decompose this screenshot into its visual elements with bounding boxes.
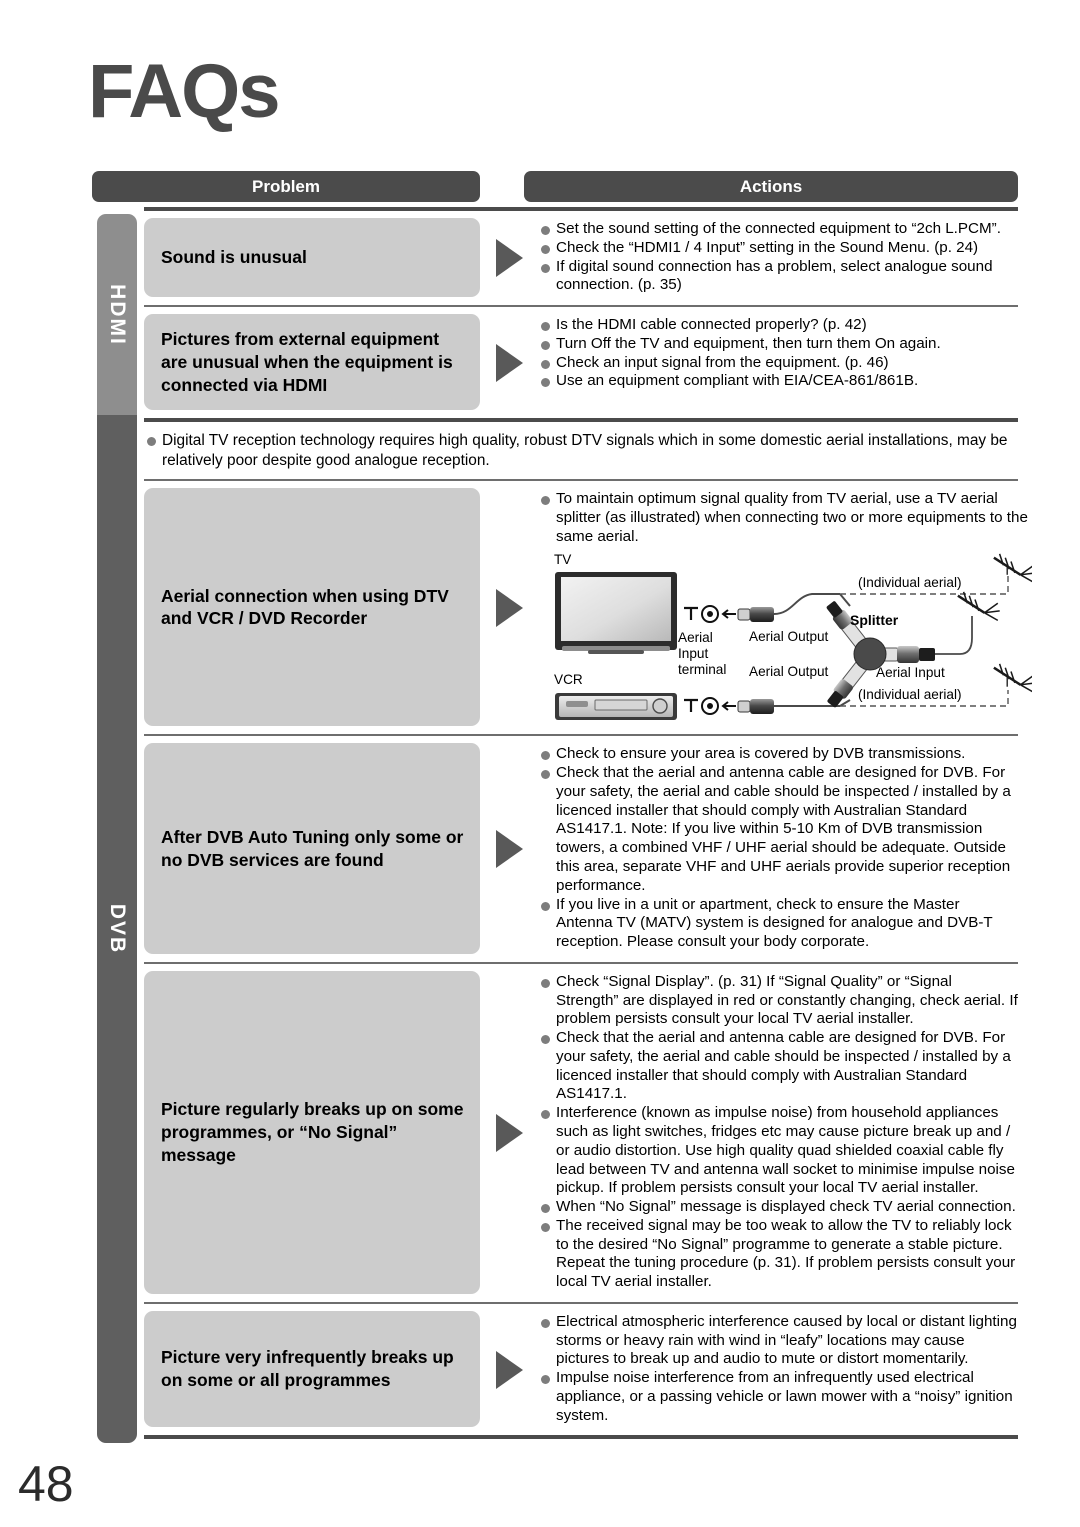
diagram-label-aerial-input-terminal-3: terminal [678, 662, 727, 678]
faq-table: Sound is unusual Set the sound setting o… [144, 207, 1032, 1440]
diagram-label-aerial-input-terminal-2: Input [678, 646, 709, 662]
problem-text: Picture very infrequently breaks up on s… [144, 1310, 480, 1428]
list-item: Check an input signal from the equipment… [540, 354, 1018, 373]
vcr-illustration [555, 693, 677, 721]
diagram-label-individual-aerial-bottom: (Individual aerial) [858, 687, 962, 703]
table-row: Sound is unusual Set the sound setting o… [144, 211, 1018, 305]
problem-cell: After DVB Auto Tuning only some or no DV… [144, 736, 480, 961]
list-item: Set the sound setting of the connected e… [540, 220, 1018, 239]
diagram-label-tv: TV [554, 552, 572, 568]
tv-plug [737, 593, 840, 623]
list-item: Check that the aerial and antenna cable … [540, 764, 1018, 895]
side-tab-hdmi: HDMI [97, 214, 137, 415]
diagram-label-individual-aerial-top: (Individual aerial) [858, 575, 962, 591]
vcr-aerial-terminal-symbol [684, 697, 736, 716]
side-tab-dvb: DVB [97, 415, 137, 1443]
actions-cell: Check to ensure your area is covered by … [538, 736, 1018, 961]
side-tab-dvb-label: DVB [106, 903, 129, 955]
page-number: 48 [18, 1456, 74, 1512]
aerial-icon [957, 592, 1000, 622]
list-item: Interference (known as impulse noise) fr… [540, 1104, 1018, 1198]
list-item: Use an equipment compliant with EIA/CEA-… [540, 372, 1018, 391]
diagram-label-splitter: Splitter [850, 612, 899, 629]
arrow-icon [480, 964, 538, 1302]
list-item: Check the “HDMI1 / 4 Input” setting in t… [540, 239, 1018, 258]
actions-cell: Check “Signal Display”. (p. 31) If “Sign… [538, 964, 1018, 1302]
arrow-icon [480, 736, 538, 961]
diagram-label-vcr: VCR [554, 672, 583, 688]
problem-text: After DVB Auto Tuning only some or no DV… [144, 743, 480, 954]
table-row: Pictures from external equipment are unu… [144, 307, 1018, 418]
actions-cell: Is the HDMI cable connected properly? (p… [538, 307, 1018, 418]
aerial-icon [993, 664, 1032, 693]
divider [144, 1435, 1018, 1440]
table-row: Aerial connection when using DTV and VCR… [144, 481, 1032, 734]
dvb-note-row: Digital TV reception technology requires… [144, 422, 1018, 479]
list-item: Electrical atmospheric interference caus… [540, 1313, 1018, 1369]
problem-cell: Sound is unusual [144, 211, 480, 305]
problem-cell: Picture very infrequently breaks up on s… [144, 1304, 480, 1436]
diagram-label-aerial-output-bottom: Aerial Output [749, 664, 829, 680]
tv-aerial-terminal-symbol [684, 605, 736, 624]
arrow-icon [480, 211, 538, 305]
diagram-label-aerial-output-top: Aerial Output [749, 629, 829, 645]
side-tab-hdmi-label: HDMI [106, 283, 130, 346]
list-item: Turn Off the TV and equipment, then turn… [540, 335, 1018, 354]
problem-cell: Aerial connection when using DTV and VCR… [144, 481, 480, 734]
problem-cell: Picture regularly breaks up on some prog… [144, 964, 480, 1302]
list-item: The received signal may be too weak to a… [540, 1217, 1018, 1292]
page-title: FAQs [88, 49, 280, 134]
list-item: Impulse noise interference from an infre… [540, 1369, 1018, 1425]
diagram-label-aerial-input: Aerial Input [876, 665, 945, 681]
problem-cell: Pictures from external equipment are unu… [144, 307, 480, 418]
list-item: When “No Signal” message is displayed ch… [540, 1198, 1018, 1217]
list-item: Check “Signal Display”. (p. 31) If “Sign… [540, 973, 1018, 1029]
column-header-actions: Actions [524, 171, 1018, 202]
list-item: To maintain optimum signal quality from … [540, 490, 1032, 546]
actions-cell: To maintain optimum signal quality from … [538, 481, 1032, 734]
list-item: Is the HDMI cable connected properly? (p… [540, 316, 1018, 335]
dvb-note-text: Digital TV reception technology requires… [146, 431, 1018, 470]
table-row: After DVB Auto Tuning only some or no DV… [144, 736, 1018, 961]
arrow-icon [480, 1304, 538, 1436]
problem-text: Aerial connection when using DTV and VCR… [144, 488, 480, 727]
problem-text: Sound is unusual [144, 218, 480, 298]
list-item: Check that the aerial and antenna cable … [540, 1029, 1018, 1104]
arrow-icon [480, 307, 538, 418]
aerial-icon [993, 554, 1032, 583]
column-header-problem: Problem [92, 171, 480, 202]
diagram-label-aerial-input-terminal-1: Aerial [678, 630, 713, 646]
table-row: Picture very infrequently breaks up on s… [144, 1304, 1018, 1436]
actions-cell: Set the sound setting of the connected e… [538, 211, 1018, 305]
arrow-icon [480, 481, 538, 734]
tv-illustration [555, 572, 677, 655]
list-item: If digital sound connection has a proble… [540, 258, 1018, 296]
actions-cell: Electrical atmospheric interference caus… [538, 1304, 1018, 1436]
problem-text: Pictures from external equipment are unu… [144, 314, 480, 411]
aerial-connection-diagram: TV VCR Aerial Input terminal Aerial Outp… [540, 550, 1032, 728]
table-row: Picture regularly breaks up on some prog… [144, 964, 1018, 1302]
list-item: Check to ensure your area is covered by … [540, 745, 1018, 764]
vcr-plug [737, 699, 840, 715]
list-item: If you live in a unit or apartment, chec… [540, 896, 1018, 952]
problem-text: Picture regularly breaks up on some prog… [144, 970, 480, 1294]
